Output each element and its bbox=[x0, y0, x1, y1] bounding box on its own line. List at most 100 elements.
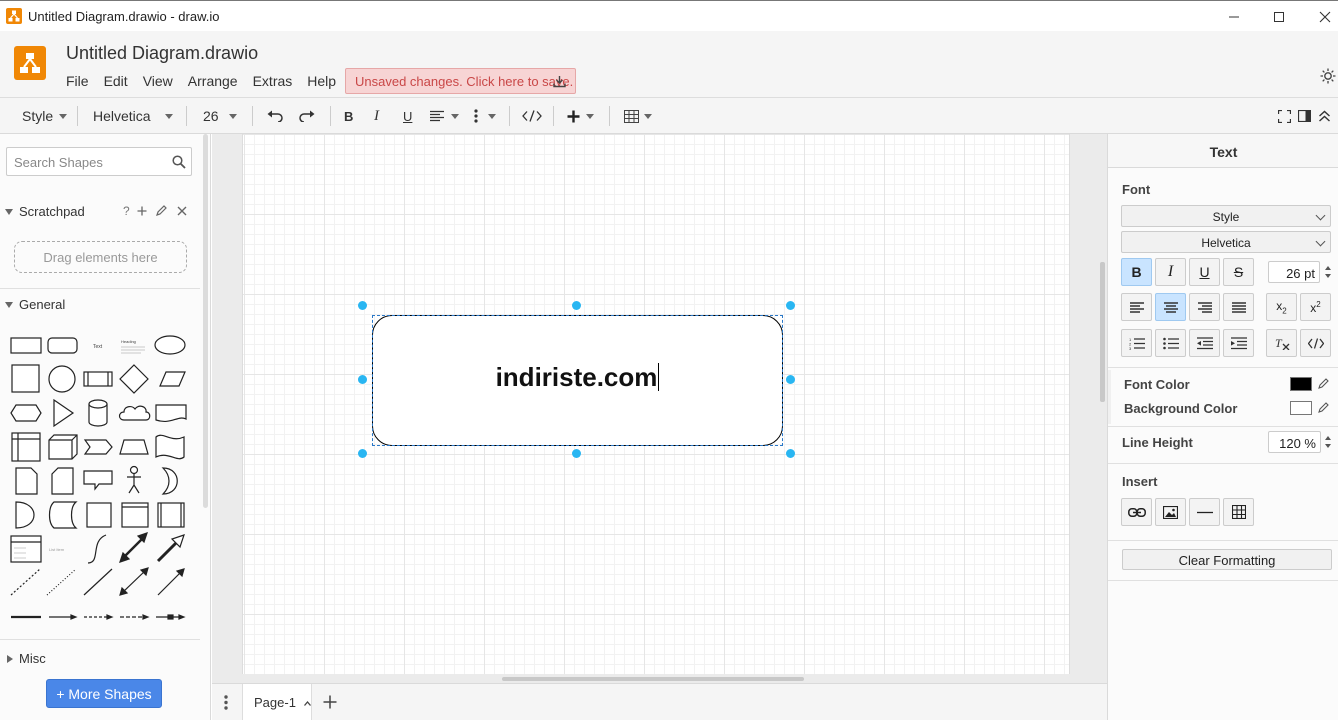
resize-handle-e[interactable] bbox=[786, 375, 795, 384]
shape-circle[interactable] bbox=[48, 365, 76, 393]
menu-arrange[interactable]: Arrange bbox=[188, 73, 238, 89]
strikethrough-toggle[interactable]: S bbox=[1223, 258, 1254, 286]
shape-line[interactable] bbox=[83, 568, 113, 596]
theme-sun-icon[interactable] bbox=[1320, 68, 1336, 84]
scratchpad-drop-zone[interactable]: Drag elements here bbox=[14, 241, 187, 273]
shape-parallelogram[interactable] bbox=[159, 371, 186, 387]
resize-handle-nw[interactable] bbox=[358, 301, 367, 310]
resize-handle-ne[interactable] bbox=[786, 301, 795, 310]
resize-handle-s[interactable] bbox=[572, 449, 581, 458]
general-header[interactable]: General bbox=[0, 297, 200, 312]
misc-header[interactable]: Misc bbox=[0, 651, 200, 666]
close-window-button[interactable] bbox=[1302, 1, 1338, 32]
shape-list-item[interactable]: List Item bbox=[49, 547, 65, 552]
fullscreen-button[interactable] bbox=[1278, 98, 1291, 134]
eyedropper-icon[interactable] bbox=[1318, 377, 1329, 389]
underline-toggle[interactable]: U bbox=[1189, 258, 1220, 286]
maximize-button[interactable] bbox=[1256, 1, 1302, 32]
indent-button[interactable] bbox=[1223, 329, 1254, 357]
resize-handle-w[interactable] bbox=[358, 375, 367, 384]
shape-note[interactable] bbox=[15, 467, 38, 495]
scratchpad-close-icon[interactable] bbox=[177, 206, 187, 216]
format-panel-toggle[interactable] bbox=[1298, 98, 1311, 134]
shape-bidirectional-connector[interactable] bbox=[119, 567, 149, 596]
resize-handle-n[interactable] bbox=[572, 301, 581, 310]
menu-help[interactable]: Help bbox=[307, 73, 336, 89]
scratchpad-help-button[interactable]: ? bbox=[123, 204, 130, 218]
pages-menu-icon[interactable] bbox=[224, 695, 228, 710]
shape-document[interactable] bbox=[155, 404, 187, 422]
shape-triangle[interactable] bbox=[53, 398, 75, 428]
shape-dotted-line[interactable] bbox=[46, 568, 77, 596]
shape-container[interactable] bbox=[86, 502, 112, 528]
menu-file[interactable]: File bbox=[66, 73, 89, 89]
font-style-select[interactable]: Style bbox=[1121, 205, 1331, 227]
insert-image-button[interactable] bbox=[1155, 498, 1186, 526]
superscript-button[interactable]: x2 bbox=[1300, 293, 1331, 321]
drawio-logo[interactable] bbox=[14, 46, 46, 80]
scratchpad-edit-icon[interactable] bbox=[156, 205, 167, 216]
shape-dashed-arrow[interactable] bbox=[84, 614, 114, 620]
italic-toggle[interactable]: I bbox=[1155, 258, 1186, 286]
clear-format-button[interactable]: T bbox=[1266, 329, 1297, 357]
undo-button[interactable] bbox=[267, 98, 284, 134]
collapse-toolbar-button[interactable] bbox=[1318, 98, 1331, 134]
shape-text-editor[interactable]: indiriste.com bbox=[372, 362, 783, 393]
resize-handle-sw[interactable] bbox=[358, 449, 367, 458]
shape-cube[interactable] bbox=[48, 434, 78, 460]
table-dropdown[interactable] bbox=[624, 98, 652, 134]
shape-frame[interactable] bbox=[121, 502, 149, 528]
font-family-select[interactable]: Helvetica bbox=[1121, 231, 1331, 253]
horizontal-scrollbar[interactable] bbox=[502, 677, 804, 681]
shape-rectangle[interactable] bbox=[10, 337, 42, 354]
align-dropdown[interactable] bbox=[429, 98, 459, 134]
shape-cloud[interactable] bbox=[118, 405, 151, 421]
font-color-swatch[interactable] bbox=[1290, 377, 1312, 391]
shape-textbox[interactable]: Heading bbox=[121, 339, 145, 354]
align-center-button[interactable] bbox=[1155, 293, 1186, 321]
html-format-button[interactable] bbox=[1300, 329, 1331, 357]
shape-data-storage[interactable] bbox=[48, 501, 78, 529]
scratchpad-add-icon[interactable] bbox=[137, 206, 147, 216]
format-panel-title[interactable]: Text bbox=[1108, 134, 1338, 168]
shape-actor[interactable] bbox=[127, 465, 141, 494]
shape-hexagon[interactable] bbox=[10, 404, 42, 422]
scratchpad-header[interactable]: Scratchpad bbox=[0, 204, 200, 219]
minimize-button[interactable] bbox=[1211, 1, 1257, 32]
insert-table-button[interactable] bbox=[1223, 498, 1254, 526]
shape-process[interactable] bbox=[83, 371, 113, 387]
subscript-button[interactable]: x2 bbox=[1266, 293, 1297, 321]
bulleted-list-button[interactable] bbox=[1155, 329, 1186, 357]
align-left-button[interactable] bbox=[1121, 293, 1152, 321]
line-height-input[interactable]: 120 % bbox=[1268, 431, 1321, 453]
clear-formatting-button[interactable]: Clear Formatting bbox=[1122, 549, 1332, 570]
align-justify-button[interactable] bbox=[1223, 293, 1254, 321]
font-size-dropdown[interactable]: 26 bbox=[203, 98, 237, 134]
shape-callout[interactable] bbox=[83, 470, 113, 491]
file-title[interactable]: Untitled Diagram.drawio bbox=[66, 43, 258, 64]
insert-link-button[interactable] bbox=[1121, 498, 1152, 526]
resize-handle-se[interactable] bbox=[786, 449, 795, 458]
outdent-button[interactable] bbox=[1189, 329, 1220, 357]
menu-extras[interactable]: Extras bbox=[253, 73, 293, 89]
shape-association-arrow[interactable] bbox=[156, 614, 186, 620]
underline-button[interactable]: U bbox=[403, 98, 412, 134]
font-family-dropdown[interactable]: Helvetica bbox=[93, 98, 173, 134]
shape-curve[interactable] bbox=[87, 534, 107, 564]
shape-delay[interactable] bbox=[15, 501, 35, 529]
menu-edit[interactable]: Edit bbox=[104, 73, 128, 89]
shape-bidirectional-arrow[interactable] bbox=[119, 532, 148, 563]
html-toggle-button[interactable] bbox=[522, 98, 542, 134]
search-shapes-input[interactable]: Search Shapes bbox=[6, 147, 192, 176]
unsaved-changes-button[interactable]: Unsaved changes. Click here to save. bbox=[345, 68, 576, 94]
bold-button[interactable]: B bbox=[344, 98, 353, 134]
shape-cylinder[interactable] bbox=[88, 399, 108, 427]
shape-trapezoid[interactable] bbox=[119, 439, 149, 455]
italic-button[interactable]: I bbox=[374, 98, 379, 134]
eyedropper-icon[interactable] bbox=[1318, 401, 1329, 413]
menu-view[interactable]: View bbox=[143, 73, 173, 89]
redo-button[interactable] bbox=[298, 98, 315, 134]
add-page-icon[interactable] bbox=[323, 695, 337, 709]
shape-tape[interactable] bbox=[155, 434, 185, 460]
shape-diamond[interactable] bbox=[119, 364, 149, 394]
